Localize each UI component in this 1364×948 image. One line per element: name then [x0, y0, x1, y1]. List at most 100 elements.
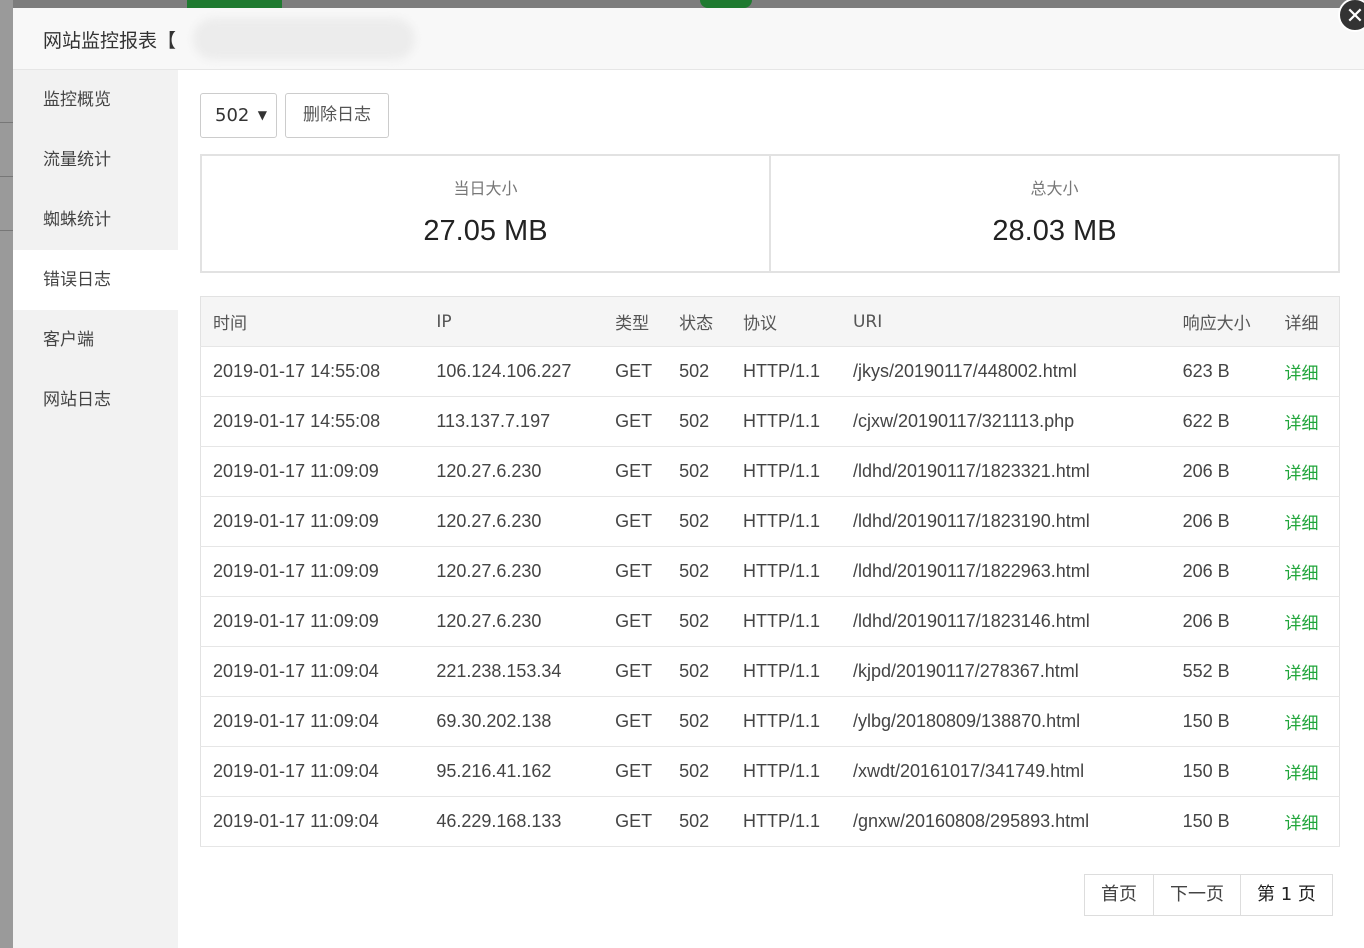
- sidebar-item-error-log[interactable]: 错误日志: [13, 250, 178, 310]
- cell-protocol: HTTP/1.1: [731, 346, 841, 397]
- stat-total: 总大小 28.03 MB: [769, 156, 1338, 271]
- cell-time: 2019-01-17 14:55:08: [200, 396, 425, 447]
- detail-link[interactable]: 详细: [1272, 796, 1340, 847]
- sidebar-item-traffic[interactable]: 流量统计: [13, 130, 178, 190]
- cell-protocol: HTTP/1.1: [731, 596, 841, 647]
- next-page-button[interactable]: 下一页: [1153, 875, 1240, 915]
- background-page-left: [0, 0, 13, 948]
- detail-link[interactable]: 详细: [1272, 596, 1340, 647]
- cell-uri: /ldhd/20190117/1823146.html: [840, 596, 1171, 647]
- cell-time: 2019-01-17 11:09:04: [200, 746, 425, 797]
- stat-total-value: 28.03 MB: [992, 215, 1117, 247]
- table-row: 2019-01-17 11:09:09 120.27.6.230 GET 502 HTT…: [200, 496, 1340, 547]
- cell-size: 552 B: [1170, 646, 1273, 697]
- background-divider: [0, 122, 13, 123]
- sidebar-item-client[interactable]: 客户端: [13, 310, 178, 370]
- status-code-select[interactable]: 502 ▼: [200, 93, 277, 138]
- detail-link[interactable]: 详细: [1272, 746, 1340, 797]
- cell-time: 2019-01-17 11:09:09: [200, 446, 425, 497]
- cell-uri: /jkys/20190117/448002.html: [840, 346, 1171, 397]
- cell-status: 502: [667, 346, 732, 397]
- detail-link[interactable]: 详细: [1272, 396, 1340, 447]
- cell-type: GET: [603, 696, 668, 747]
- detail-link[interactable]: 详细: [1272, 496, 1340, 547]
- cell-size: 150 B: [1170, 746, 1273, 797]
- cell-time: 2019-01-17 11:09:09: [200, 596, 425, 647]
- table-row: 2019-01-17 11:09:09 120.27.6.230 GET 502 HTT…: [200, 446, 1340, 497]
- cell-status: 502: [667, 496, 732, 547]
- column-header-type: 类型: [603, 296, 668, 347]
- modal-title: 网站监控报表【: [43, 30, 177, 52]
- cell-type: GET: [603, 646, 668, 697]
- cell-status: 502: [667, 546, 732, 597]
- cell-time: 2019-01-17 11:09:04: [200, 796, 425, 847]
- table-row: 2019-01-17 11:09:04 69.30.202.138 GET 502 HT…: [200, 696, 1340, 747]
- caret-down-icon: ▼: [257, 108, 267, 122]
- cell-status: 502: [667, 746, 732, 797]
- detail-link[interactable]: 详细: [1272, 446, 1340, 497]
- cell-time: 2019-01-17 11:09:04: [200, 696, 425, 747]
- cell-type: GET: [603, 496, 668, 547]
- cell-time: 2019-01-17 11:09:09: [200, 546, 425, 597]
- column-header-time: 时间: [200, 296, 425, 347]
- cell-ip: 106.124.106.227: [424, 346, 604, 397]
- sidebar-item-spider[interactable]: 蜘蛛统计: [13, 190, 178, 250]
- cell-size: 150 B: [1170, 796, 1273, 847]
- status-code-select-value: 502: [215, 105, 250, 126]
- cell-ip: 120.27.6.230: [424, 546, 604, 597]
- cell-ip: 95.216.41.162: [424, 746, 604, 797]
- cell-type: GET: [603, 796, 668, 847]
- cell-uri: /ldhd/20190117/1822963.html: [840, 546, 1171, 597]
- column-header-protocol: 协议: [731, 296, 841, 347]
- cell-size: 206 B: [1170, 446, 1273, 497]
- column-header-uri: URI: [840, 296, 1171, 347]
- cell-ip: 46.229.168.133: [424, 796, 604, 847]
- table-row: 2019-01-17 11:09:04 95.216.41.162 GET 502 HT…: [200, 746, 1340, 797]
- sidebar-item-overview[interactable]: 监控概览: [13, 70, 178, 130]
- cell-status: 502: [667, 396, 732, 447]
- pagination: 首页 下一页 第 1 页: [1084, 874, 1333, 916]
- delete-log-button[interactable]: 删除日志: [285, 93, 389, 138]
- cell-uri: /ldhd/20190117/1823321.html: [840, 446, 1171, 497]
- cell-ip: 120.27.6.230: [424, 596, 604, 647]
- cell-status: 502: [667, 646, 732, 697]
- cell-uri: /cjxw/20190117/321113.php: [840, 396, 1171, 447]
- background-toggle: [700, 0, 752, 8]
- cell-status: 502: [667, 796, 732, 847]
- cell-uri: /ldhd/20190117/1823190.html: [840, 496, 1171, 547]
- cell-size: 622 B: [1170, 396, 1273, 447]
- cell-ip: 221.238.153.34: [424, 646, 604, 697]
- cell-type: GET: [603, 546, 668, 597]
- cell-protocol: HTTP/1.1: [731, 446, 841, 497]
- table-row: 2019-01-17 14:55:08 106.124.106.227 GET 502…: [200, 346, 1340, 397]
- detail-link[interactable]: 详细: [1272, 696, 1340, 747]
- detail-link[interactable]: 详细: [1272, 646, 1340, 697]
- monitor-report-modal: 网站监控报表【 ✕ 监控概览 流量统计 蜘蛛统计 错误日志 客户端 网站日志 5…: [13, 0, 1364, 948]
- current-page-indicator: 第 1 页: [1240, 875, 1332, 915]
- stat-today: 当日大小 27.05 MB: [202, 156, 769, 271]
- cell-uri: /gnxw/20160808/295893.html: [840, 796, 1171, 847]
- cell-time: 2019-01-17 11:09:04: [200, 646, 425, 697]
- stat-today-value: 27.05 MB: [423, 215, 548, 247]
- detail-link[interactable]: 详细: [1272, 546, 1340, 597]
- detail-link[interactable]: 详细: [1272, 346, 1340, 397]
- column-header-ip: IP: [424, 296, 604, 347]
- table-row: 2019-01-17 14:55:08 113.137.7.197 GET 502 HT…: [200, 396, 1340, 447]
- cell-protocol: HTTP/1.1: [731, 546, 841, 597]
- sidebar-item-site-log[interactable]: 网站日志: [13, 370, 178, 430]
- stat-total-label: 总大小: [1030, 179, 1079, 198]
- cell-time: 2019-01-17 11:09:09: [200, 496, 425, 547]
- size-stats: 当日大小 27.05 MB 总大小 28.03 MB: [200, 154, 1340, 273]
- cell-status: 502: [667, 446, 732, 497]
- cell-status: 502: [667, 596, 732, 647]
- first-page-button[interactable]: 首页: [1085, 875, 1153, 915]
- cell-type: GET: [603, 746, 668, 797]
- cell-ip: 69.30.202.138: [424, 696, 604, 747]
- stat-today-label: 当日大小: [453, 179, 518, 198]
- cell-type: GET: [603, 596, 668, 647]
- cell-uri: /kjpd/20190117/278367.html: [840, 646, 1171, 697]
- column-header-size: 响应大小: [1170, 296, 1273, 347]
- modal-header: 网站监控报表【: [13, 8, 1364, 70]
- cell-size: 623 B: [1170, 346, 1273, 397]
- table-row: 2019-01-17 11:09:04 221.238.153.34 GET 502 H…: [200, 646, 1340, 697]
